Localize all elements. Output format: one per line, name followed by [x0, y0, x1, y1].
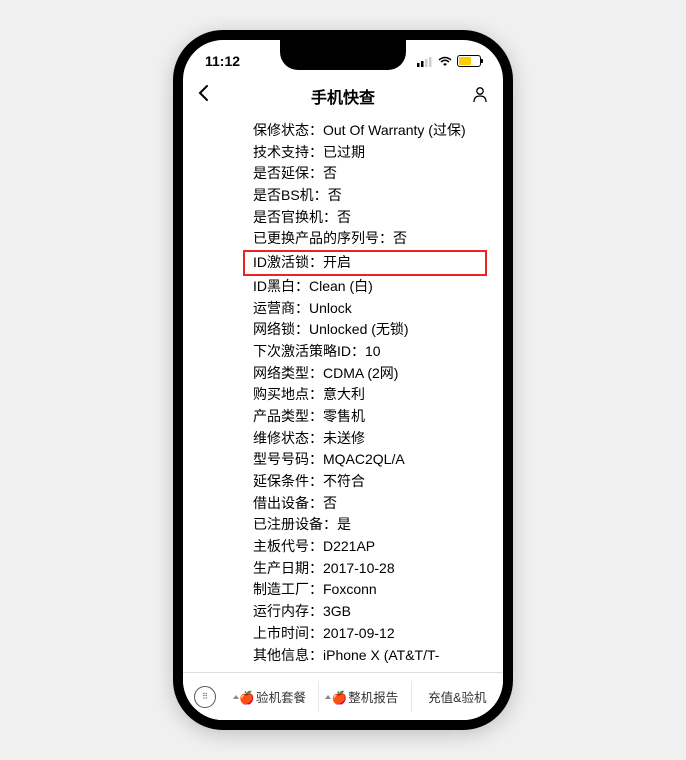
- status-time: 11:12: [205, 53, 240, 69]
- info-row: 网络锁：Unlocked (无锁): [253, 319, 487, 341]
- chevron-up-icon: [233, 695, 239, 699]
- info-row: 延保条件：不符合: [253, 471, 487, 493]
- keyboard-toggle-button[interactable]: ⠿: [183, 686, 227, 708]
- info-row: 运营商：Unlock: [253, 298, 487, 320]
- info-row: 上市时间：2017-09-12: [253, 623, 487, 645]
- keyboard-icon: ⠿: [194, 686, 216, 708]
- phone-frame: 11:12 手机快查 保修状态：Out Of Warranty (过保) 技术支…: [173, 30, 513, 730]
- battery-icon: [457, 55, 481, 67]
- page-title: 手机快查: [311, 84, 375, 108]
- info-row: ID黑白：Clean (白): [253, 276, 487, 298]
- tab-full-report[interactable]: 🍎整机报告: [318, 681, 410, 712]
- chevron-up-icon: [325, 695, 331, 699]
- info-row: 已注册设备：是: [253, 514, 487, 536]
- info-row: 是否延保：否: [253, 163, 487, 185]
- info-row: 主板代号：D221AP: [253, 536, 487, 558]
- info-row: 网络类型：CDMA (2网): [253, 363, 487, 385]
- info-row: 制造工厂：Foxconn: [253, 579, 487, 601]
- bottom-tab-bar: ⠿ 🍎验机套餐 🍎整机报告 充值&验机: [183, 672, 503, 720]
- info-row: 是否官换机：否: [253, 207, 487, 229]
- wifi-icon: [437, 56, 453, 67]
- user-icon[interactable]: [465, 85, 489, 108]
- info-row: 下次激活策略ID：10: [253, 341, 487, 363]
- notch: [280, 40, 406, 70]
- info-row: 是否BS机：否: [253, 185, 487, 207]
- info-row: 维修状态：未送修: [253, 428, 487, 450]
- info-row: 产品类型：零售机: [253, 406, 487, 428]
- back-button[interactable]: [197, 84, 221, 108]
- info-row: 运行内存：3GB: [253, 601, 487, 623]
- info-row: 已更换产品的序列号：否: [253, 228, 487, 250]
- apple-icon: 🍎: [239, 691, 255, 705]
- nav-bar: 手机快查: [183, 76, 503, 116]
- info-row: 生产日期：2017-10-28: [253, 558, 487, 580]
- info-row: 其他信息：iPhone X (AT&T/T-Mobile/Global/A190…: [253, 645, 487, 669]
- info-row: 型号号码：MQAC2QL/A: [253, 449, 487, 471]
- apple-icon: 🍎: [332, 691, 348, 705]
- info-row: 保修状态：Out Of Warranty (过保): [253, 120, 487, 142]
- signal-icon: [417, 56, 433, 67]
- device-info-list[interactable]: 保修状态：Out Of Warranty (过保) 技术支持：已过期 是否延保：…: [183, 116, 503, 668]
- info-row: 技术支持：已过期: [253, 142, 487, 164]
- tab-inspection-plans[interactable]: 🍎验机套餐: [227, 681, 318, 712]
- activation-lock-highlight: ID激活锁：开启: [243, 250, 487, 276]
- info-row: 购买地点：意大利: [253, 384, 487, 406]
- tab-recharge[interactable]: 充值&验机: [411, 681, 503, 712]
- info-row: 借出设备：否: [253, 493, 487, 515]
